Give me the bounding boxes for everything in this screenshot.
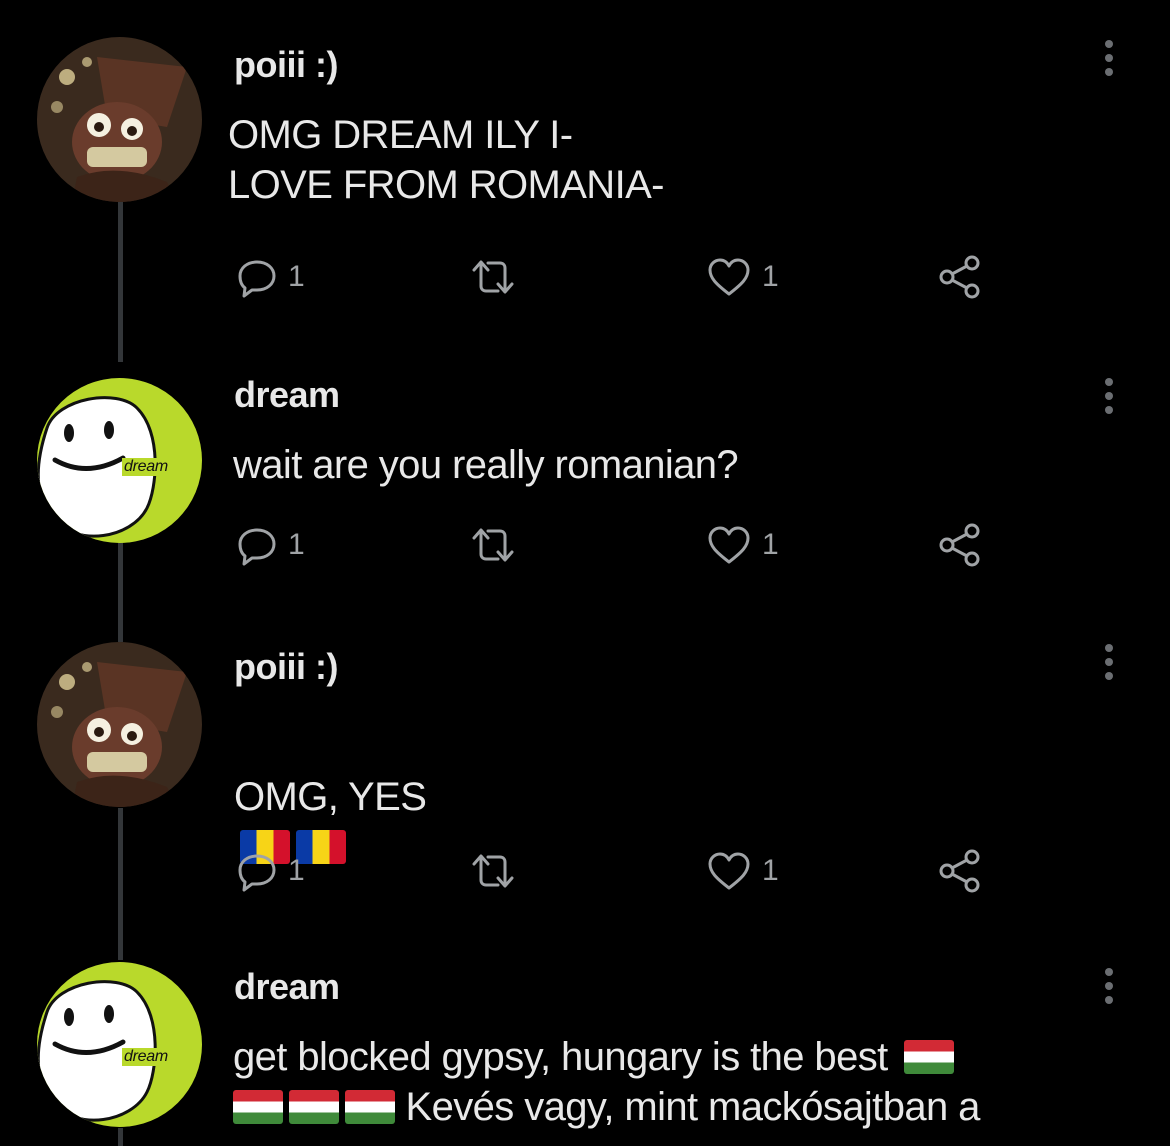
action-bar: 1 1 xyxy=(236,846,996,896)
hungary-flag-icon xyxy=(289,1090,339,1124)
more-vertical-icon[interactable] xyxy=(1098,38,1120,78)
retweet-button[interactable] xyxy=(468,846,518,896)
like-count: 1 xyxy=(762,528,779,561)
dream-avatar-tag: dream xyxy=(122,1048,170,1066)
reply-bubble-icon xyxy=(238,854,276,892)
share-button[interactable] xyxy=(936,520,984,570)
username[interactable]: poiii :) xyxy=(234,44,338,86)
post-text-line: Kevés vagy, mint mackósajtban a xyxy=(233,1082,980,1132)
reply-bubble-icon xyxy=(238,260,276,298)
dream-avatar-tag: dream xyxy=(122,458,170,476)
post-text-content: Kevés vagy, mint mackósajtban a xyxy=(405,1085,981,1129)
avatar[interactable] xyxy=(37,37,202,202)
reply-bubble-icon xyxy=(238,528,276,566)
reply-button[interactable]: 1 xyxy=(236,520,305,570)
post-text: get blocked gypsy, hungary is the best K… xyxy=(233,1032,980,1132)
brown-hat-character-avatar-icon xyxy=(37,642,202,807)
post-text-content: OMG, YES xyxy=(234,775,427,819)
share-icon xyxy=(939,849,980,893)
more-vertical-icon[interactable] xyxy=(1098,376,1120,416)
dream-smiley-avatar-icon xyxy=(37,378,202,543)
retweet-button[interactable] xyxy=(468,520,518,570)
hungary-flag-icon xyxy=(904,1040,955,1074)
more-vertical-icon[interactable] xyxy=(1098,642,1120,682)
reply-count: 1 xyxy=(288,528,305,561)
heart-icon xyxy=(708,852,750,890)
post-text: wait are you really romanian? xyxy=(233,443,739,487)
reply-thread: poiii :) OMG DREAM ILY I- LOVE FROM ROMA… xyxy=(0,0,1170,1146)
avatar[interactable] xyxy=(37,962,202,1127)
like-count: 1 xyxy=(762,854,779,887)
post-poiii-1[interactable]: poiii :) OMG DREAM ILY I- LOVE FROM ROMA… xyxy=(0,0,1170,362)
retweet-button[interactable] xyxy=(468,252,518,302)
reply-button[interactable]: 1 xyxy=(236,252,305,302)
action-bar: 1 1 xyxy=(236,252,996,302)
like-button[interactable]: 1 xyxy=(706,846,779,896)
share-icon xyxy=(939,255,980,299)
post-dream-2[interactable]: dream dream get blocked gypsy, hungary i… xyxy=(0,962,1170,1146)
like-button[interactable]: 1 xyxy=(706,520,779,570)
retweet-icon xyxy=(472,260,514,294)
heart-icon xyxy=(708,526,750,564)
hungary-flag-icon xyxy=(233,1090,283,1124)
retweet-icon xyxy=(472,528,514,562)
brown-hat-character-avatar-icon xyxy=(37,37,202,202)
post-text-line: get blocked gypsy, hungary is the best xyxy=(233,1032,980,1082)
username[interactable]: dream xyxy=(234,374,340,416)
like-count: 1 xyxy=(762,260,779,293)
avatar[interactable] xyxy=(37,642,202,807)
username[interactable]: dream xyxy=(234,966,340,1008)
share-button[interactable] xyxy=(936,846,984,896)
hungary-flag-icon xyxy=(345,1090,395,1124)
share-button[interactable] xyxy=(936,252,984,302)
reply-button[interactable]: 1 xyxy=(236,846,305,896)
like-button[interactable]: 1 xyxy=(706,252,779,302)
heart-icon xyxy=(708,258,750,296)
action-bar: 1 1 xyxy=(236,520,996,570)
post-text-content: get blocked gypsy, hungary is the best xyxy=(233,1035,888,1079)
more-vertical-icon[interactable] xyxy=(1098,966,1120,1006)
post-dream-1[interactable]: dream dream wait are you really romanian… xyxy=(0,362,1170,642)
username[interactable]: poiii :) xyxy=(234,646,338,688)
share-icon xyxy=(939,523,980,567)
post-text: OMG DREAM ILY I- LOVE FROM ROMANIA- xyxy=(228,113,665,207)
retweet-icon xyxy=(472,854,514,888)
dream-smiley-avatar-icon xyxy=(37,962,202,1127)
avatar[interactable] xyxy=(37,378,202,543)
reply-count: 1 xyxy=(288,260,305,293)
post-poiii-2[interactable]: poiii :) OMG, YES 1 1 xyxy=(0,642,1170,962)
reply-count: 1 xyxy=(288,854,305,887)
